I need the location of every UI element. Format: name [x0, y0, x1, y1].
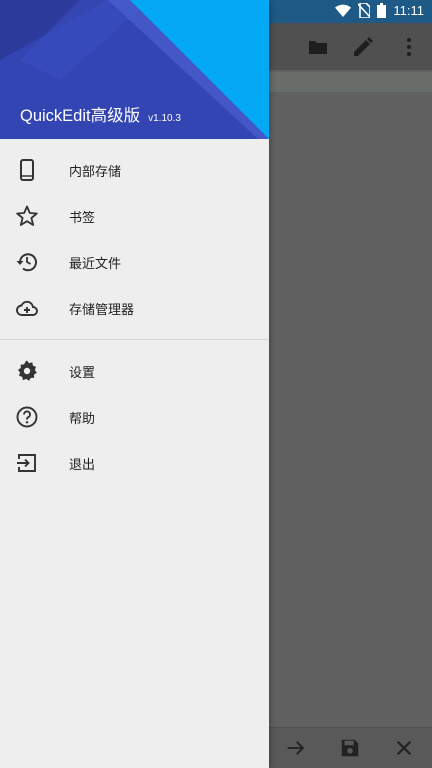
arrow-right-icon[interactable]	[285, 737, 307, 759]
more-vert-icon[interactable]	[397, 35, 421, 59]
wifi-icon	[335, 4, 352, 17]
drawer-menu-secondary: 设置 帮助 退出	[0, 348, 269, 486]
edit-icon[interactable]	[351, 35, 375, 59]
star-icon	[16, 205, 38, 226]
history-icon	[16, 253, 37, 272]
cloud-add-icon	[16, 300, 38, 316]
menu-item-recent-files[interactable]: 最近文件	[0, 239, 269, 285]
battery-icon	[377, 3, 387, 18]
drawer-divider	[0, 339, 269, 340]
status-time: 11:11	[393, 3, 424, 18]
menu-item-label: 存储管理器	[69, 302, 135, 318]
menu-item-help[interactable]: 帮助	[0, 394, 269, 440]
app-name: QuickEdit高级版	[20, 107, 141, 125]
folder-icon[interactable]	[306, 35, 330, 59]
gear-icon	[18, 360, 37, 381]
menu-item-label: 最近文件	[69, 256, 122, 272]
save-icon[interactable]	[339, 737, 361, 759]
menu-item-exit[interactable]: 退出	[0, 440, 269, 486]
drawer-menu-primary: 内部存储 书签 最近文件 存储管理器	[0, 139, 269, 331]
help-icon	[16, 406, 38, 428]
app-version: v1.10.3	[148, 113, 181, 124]
menu-item-bookmarks[interactable]: 书签	[0, 193, 269, 239]
exit-icon	[17, 454, 36, 472]
menu-item-label: 退出	[69, 457, 96, 473]
menu-item-settings[interactable]: 设置	[0, 348, 269, 394]
menu-item-label: 书签	[69, 210, 96, 226]
drawer-header: QuickEdit高级版 v1.10.3	[0, 0, 269, 139]
menu-item-label: 设置	[69, 365, 96, 381]
menu-item-storage-manager[interactable]: 存储管理器	[0, 285, 269, 331]
phone-icon	[20, 159, 34, 181]
menu-item-internal-storage[interactable]: 内部存储	[0, 147, 269, 193]
app-title: QuickEdit高级版 v1.10.3	[20, 102, 181, 126]
close-icon[interactable]	[393, 737, 415, 759]
menu-item-label: 帮助	[69, 411, 96, 427]
navigation-drawer: QuickEdit高级版 v1.10.3 内部存储 书签 最近文件 存储管理器 设…	[0, 0, 269, 768]
no-sim-icon	[358, 3, 371, 18]
menu-item-label: 内部存储	[69, 164, 122, 180]
